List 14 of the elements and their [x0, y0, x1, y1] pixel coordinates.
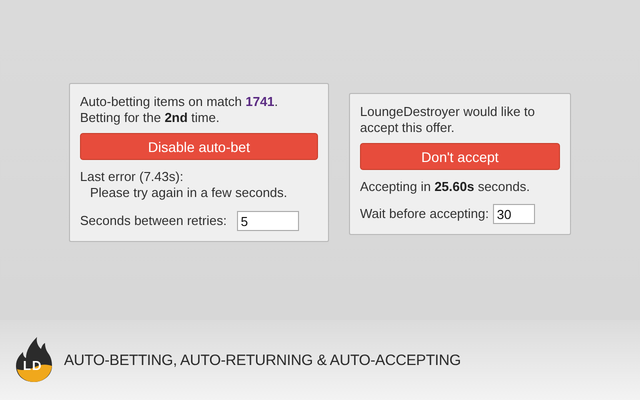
error-label: Last error (7.43s):: [80, 169, 184, 184]
retry-label: Seconds between retries:: [80, 213, 227, 229]
input-field[interactable]: 30: [492, 204, 535, 224]
status-text: Auto-betting items on match 1741.: [80, 94, 278, 109]
dont-accept-button[interactable]: Don't accept: [360, 143, 560, 170]
offer-message: LoungeDestroyer would like to accept this offer.: [360, 104, 535, 135]
countdown-text: Accepting in 25.60s seconds.: [360, 179, 530, 194]
flame-icon: [14, 337, 54, 383]
disable-auto-bet-button[interactable]: Disable auto-bet: [80, 133, 318, 160]
error-message: Please try again in a few seconds.: [90, 185, 288, 200]
tagline: AUTO-BETTING, AUTO-RETURNING & AUTO-ACCEPTING: [64, 352, 461, 368]
status-text: Betting for the 2nd time.: [80, 110, 220, 125]
wait-label: Wait before accepting:: [360, 206, 489, 222]
input-field[interactable]: 5: [236, 211, 299, 231]
